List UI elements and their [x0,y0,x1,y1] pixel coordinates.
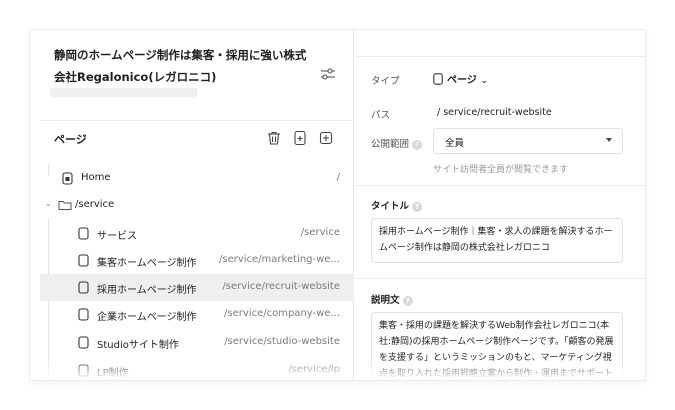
page-icon [78,281,89,294]
type-value: ページ [447,75,477,86]
chevron-down-icon[interactable]: ⌄ [45,199,52,208]
tree-item-studio[interactable]: Studioサイト制作 /service/studio-website [40,329,354,356]
tree-item-service[interactable]: サービス /service [40,220,354,247]
tree-item-path: /service/lp [288,364,340,375]
pages-heading: ページ [54,133,87,146]
tree-item-recruit[interactable]: 採用ホームページ制作 /service/recruit-website [40,274,354,301]
page-icon [433,72,443,88]
tree-item-home[interactable]: Home / [40,165,354,192]
tree-item-label: Home [81,172,111,183]
home-icon [62,172,73,185]
tree-item-marketing[interactable]: 集客ホームページ制作 /service/marketing-we... [40,247,354,274]
type-label: タイプ [371,76,400,87]
path-label: パス [371,110,391,121]
add-folder-icon[interactable] [292,130,308,146]
visibility-note: サイト訪問者全員が閲覧できます [433,165,569,175]
tree-item-path: /service/marketing-we... [219,254,340,265]
divider [355,185,645,186]
settings-sliders-icon[interactable] [320,66,336,80]
page-icon [78,308,89,321]
page-icon [78,227,89,240]
tree-item-label: サービス [97,231,137,242]
visibility-label-text: 公開範囲 [371,139,410,150]
tree-item-path: /service [300,227,340,238]
folder-icon [58,199,72,212]
description-section-label: 説明文? [371,292,413,306]
divider [355,56,645,57]
title-label-text: タイトル [371,201,410,212]
tree-item-path: /service/recruit-website [222,281,340,292]
pages-sidebar: 静岡のホームページ制作は集客・採用に強い株式会社Regalonico(レガロニコ… [30,30,354,380]
page-settings-panel: タイプ ページ ⌄ パス / service/recruit-website 公開… [355,30,645,380]
page-icon [78,254,89,267]
trash-icon[interactable] [266,130,282,146]
title-section-label: タイトル? [371,198,423,212]
tree-item-service-folder[interactable]: ⌄ /service [40,192,354,219]
page-icon [78,364,89,377]
type-select[interactable]: ページ ⌄ [433,71,488,88]
app-window: 静岡のホームページ制作は集客・採用に強い株式会社Regalonico(レガロニコ… [30,30,645,380]
chevron-down-icon: ⌄ [480,76,488,85]
description-label-text: 説明文 [371,295,400,306]
path-value[interactable]: / service/recruit-website [437,107,552,118]
tree-item-path: /service/studio-website [224,336,340,347]
add-page-icon[interactable] [318,130,334,146]
visibility-select[interactable]: 全員 [433,128,623,154]
tree-item-label: Studioサイト制作 [97,340,179,351]
divider [40,120,354,121]
tree-item-label: 企業ホームページ制作 [97,312,197,323]
tree-item-path: / [336,172,340,183]
tree-item-company[interactable]: 企業ホームページ制作 /service/company-we... [40,301,354,328]
tree-item-path: /service/company-we... [224,308,340,319]
tree-item-lp[interactable]: LP制作 /service/lp [40,357,354,380]
page-icon [78,336,89,349]
visibility-value: 全員 [445,138,465,149]
tree-item-label: LP制作 [97,368,129,379]
title-input[interactable]: 採用ホームページ制作｜集客・求人の課題を解決するホームページ制作は静岡の株式会社… [371,218,623,263]
help-icon[interactable]: ? [412,201,423,212]
tree-item-label: /service [75,199,115,210]
help-icon[interactable]: ? [402,295,413,306]
tree-item-label: 採用ホームページ制作 [97,285,197,296]
site-title: 静岡のホームページ制作は集客・採用に強い株式会社Regalonico(レガロニコ… [54,48,307,84]
help-icon[interactable]: ? [412,139,423,150]
description-input[interactable]: 集客・採用の課題を解決するWeb制作会社レガロニコ(本社:静岡)の採用ホームペー… [371,312,623,380]
visibility-label: 公開範囲? [371,136,423,150]
site-url-placeholder [50,88,197,97]
dropdown-caret-icon [606,138,612,142]
divider [355,278,645,279]
tree-item-label: 集客ホームページ制作 [97,258,197,269]
